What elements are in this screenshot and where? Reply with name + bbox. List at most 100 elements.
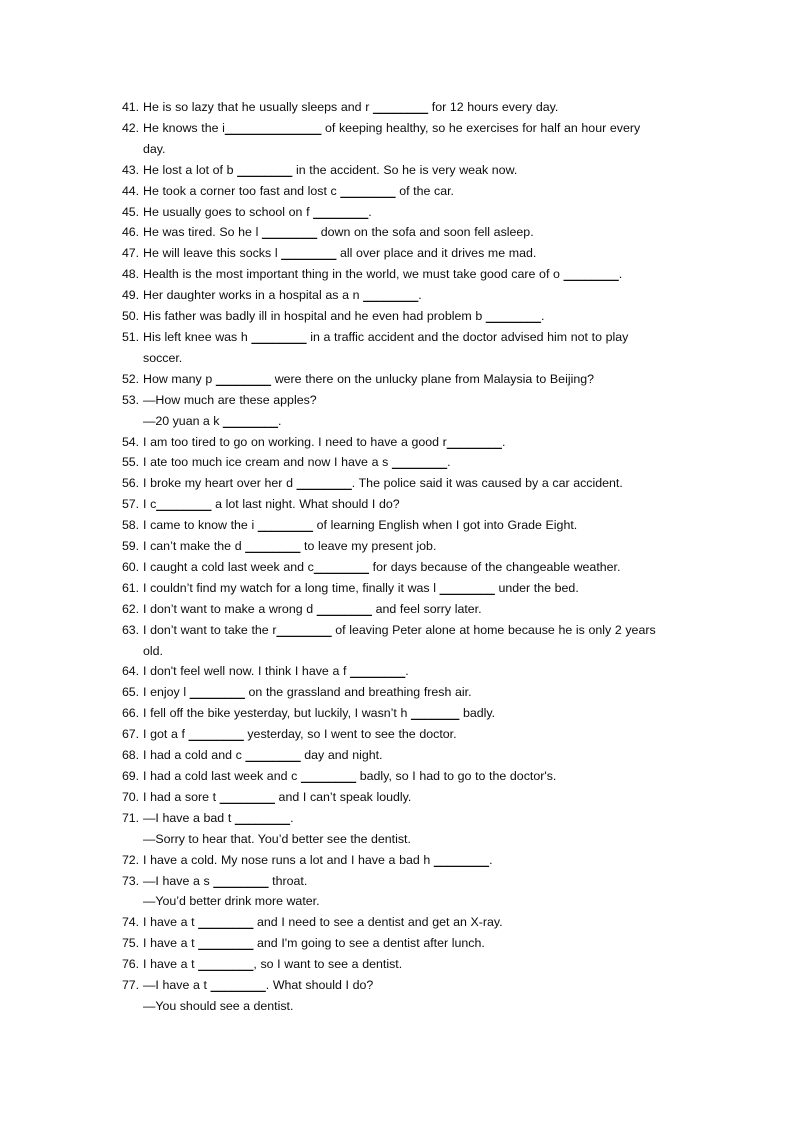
answer-blank[interactable]: ________ bbox=[301, 769, 356, 783]
exercise-item: 47. He will leave this socks l ________ a… bbox=[122, 243, 674, 264]
item-body: I had a sore t ________ and I can’t spea… bbox=[143, 787, 674, 808]
item-body: I got a f ________ yesterday, so I went … bbox=[143, 724, 674, 745]
answer-blank[interactable]: ________ bbox=[564, 267, 619, 281]
item-line: I have a t ________, so I want to see a … bbox=[143, 954, 674, 975]
answer-blank[interactable]: ________ bbox=[198, 915, 253, 929]
item-text: . bbox=[489, 852, 493, 867]
answer-blank[interactable]: ________ bbox=[340, 184, 395, 198]
answer-blank[interactable]: ________ bbox=[313, 205, 368, 219]
item-text: I enjoy l bbox=[143, 685, 190, 700]
answer-blank[interactable]: ________ bbox=[216, 372, 271, 386]
item-line: He knows the i______________ of keeping … bbox=[143, 118, 674, 139]
item-line: —I have a t ________. What should I do? bbox=[143, 975, 674, 996]
answer-blank[interactable]: ________ bbox=[262, 225, 317, 239]
item-line: I had a cold and c ________ day and nigh… bbox=[143, 745, 674, 766]
item-line: I don’t want to take the r________ of le… bbox=[143, 620, 674, 641]
answer-blank[interactable]: ________ bbox=[447, 435, 502, 449]
answer-blank[interactable]: ________ bbox=[486, 309, 541, 323]
answer-blank[interactable]: ________ bbox=[276, 623, 331, 637]
item-line: Health is the most important thing in th… bbox=[143, 264, 674, 285]
item-text: I have a t bbox=[143, 915, 199, 930]
item-text: and feel sorry later. bbox=[371, 601, 482, 616]
answer-blank[interactable]: ________ bbox=[363, 288, 418, 302]
exercise-item: 52. How many p ________ were there on the… bbox=[122, 369, 674, 390]
item-body: I fell off the bike yesterday, but lucki… bbox=[143, 703, 674, 724]
item-text: —You should see a dentist. bbox=[143, 998, 294, 1013]
answer-blank[interactable]: ________ bbox=[258, 518, 313, 532]
item-continuation-line: —20 yuan a k ________. bbox=[143, 411, 674, 432]
answer-blank[interactable]: ________ bbox=[297, 476, 352, 490]
answer-blank[interactable]: ________ bbox=[198, 957, 253, 971]
exercise-item: 62. I don’t want to make a wrong d ______… bbox=[122, 599, 674, 620]
answer-blank[interactable]: ________ bbox=[245, 539, 300, 553]
item-number: 77. bbox=[122, 978, 139, 993]
item-text: . bbox=[278, 413, 282, 428]
item-text: I couldn’t find my watch for a long time… bbox=[143, 580, 440, 595]
item-number: 47. bbox=[122, 246, 139, 261]
answer-blank[interactable]: ________ bbox=[198, 936, 253, 950]
answer-blank[interactable]: ________ bbox=[190, 685, 245, 699]
answer-blank[interactable]: ________ bbox=[220, 790, 275, 804]
item-line: I ate too much ice cream and now I have … bbox=[143, 452, 674, 473]
answer-blank[interactable]: ________ bbox=[213, 874, 268, 888]
item-number: 45. bbox=[122, 204, 139, 219]
item-text: I came to know the i bbox=[143, 518, 258, 533]
item-number: 75. bbox=[122, 936, 139, 951]
item-line: I have a t ________ and I'm going to see… bbox=[143, 933, 674, 954]
item-text: . What should I do? bbox=[265, 978, 374, 993]
item-number: 57. bbox=[122, 497, 139, 512]
item-text: I don’t want to take the r bbox=[143, 622, 277, 637]
exercise-item: 74. I have a t ________ and I need to see… bbox=[122, 912, 674, 933]
answer-blank[interactable]: ________ bbox=[223, 414, 278, 428]
item-text: —How much are these apples? bbox=[143, 392, 317, 407]
item-line: He was tired. So he l ________ down on t… bbox=[143, 222, 674, 243]
answer-blank[interactable]: ________ bbox=[189, 727, 244, 741]
answer-blank[interactable]: ________ bbox=[245, 748, 300, 762]
item-text: I caught a cold last week and c bbox=[143, 559, 314, 574]
item-line: —How much are these apples? bbox=[143, 390, 674, 411]
item-text: His father was badly ill in hospital and… bbox=[143, 309, 486, 324]
item-line: I couldn’t find my watch for a long time… bbox=[143, 578, 674, 599]
exercise-item: 70. I had a sore t ________ and I can’t s… bbox=[122, 787, 674, 808]
answer-blank[interactable]: ______________ bbox=[225, 121, 321, 135]
item-body: He lost a lot of b ________ in the accid… bbox=[143, 160, 674, 181]
item-number: 50. bbox=[122, 309, 139, 324]
item-body: I don’t want to make a wrong d ________ … bbox=[143, 599, 674, 620]
item-text: Her daughter works in a hospital as a n bbox=[143, 288, 364, 303]
answer-blank[interactable]: ________ bbox=[156, 497, 211, 511]
answer-blank[interactable]: ________ bbox=[373, 100, 428, 114]
answer-blank[interactable]: ________ bbox=[350, 664, 405, 678]
item-line: —I have a s ________ throat. bbox=[143, 871, 674, 892]
answer-blank[interactable]: _______ bbox=[411, 706, 459, 720]
item-text: soccer. bbox=[143, 350, 183, 365]
answer-blank[interactable]: ________ bbox=[434, 853, 489, 867]
item-text: I am too tired to go on working. I need … bbox=[143, 434, 447, 449]
item-body: I don't feel well now. I think I have a … bbox=[143, 661, 674, 682]
answer-blank[interactable]: ________ bbox=[237, 163, 292, 177]
answer-blank[interactable]: ________ bbox=[281, 246, 336, 260]
item-number: 66. bbox=[122, 706, 139, 721]
exercise-item: 68. I had a cold and c ________ day and n… bbox=[122, 745, 674, 766]
answer-blank[interactable]: ________ bbox=[211, 978, 266, 992]
item-line: I have a cold. My nose runs a lot and I … bbox=[143, 850, 674, 871]
item-line: I had a sore t ________ and I can’t spea… bbox=[143, 787, 674, 808]
exercise-list: 41. He is so lazy that he usually sleeps … bbox=[122, 97, 674, 1017]
item-continuation-line: —You should see a dentist. bbox=[143, 996, 674, 1017]
answer-blank[interactable]: ________ bbox=[235, 811, 290, 825]
item-line: His left knee was h ________ in a traffi… bbox=[143, 327, 674, 348]
exercise-item: 53. —How much are these apples? —20 yuan a… bbox=[122, 390, 674, 432]
item-text: He is so lazy that he usually sleeps and… bbox=[143, 100, 373, 114]
item-number: 68. bbox=[122, 748, 139, 763]
item-number: 42. bbox=[122, 120, 139, 135]
exercise-item: 61. I couldn’t find my watch for a long t… bbox=[122, 578, 674, 599]
answer-blank[interactable]: ________ bbox=[317, 602, 372, 616]
answer-blank[interactable]: ________ bbox=[314, 560, 369, 574]
answer-blank[interactable]: ________ bbox=[251, 330, 306, 344]
item-body: I had a cold last week and c ________ ba… bbox=[143, 766, 674, 787]
item-number: 69. bbox=[122, 769, 139, 783]
item-line: He will leave this socks l ________ all … bbox=[143, 243, 674, 264]
answer-blank[interactable]: ________ bbox=[440, 581, 495, 595]
item-body: Health is the most important thing in th… bbox=[143, 264, 674, 285]
answer-blank[interactable]: ________ bbox=[392, 455, 447, 469]
item-text: His left knee was h bbox=[143, 329, 252, 344]
